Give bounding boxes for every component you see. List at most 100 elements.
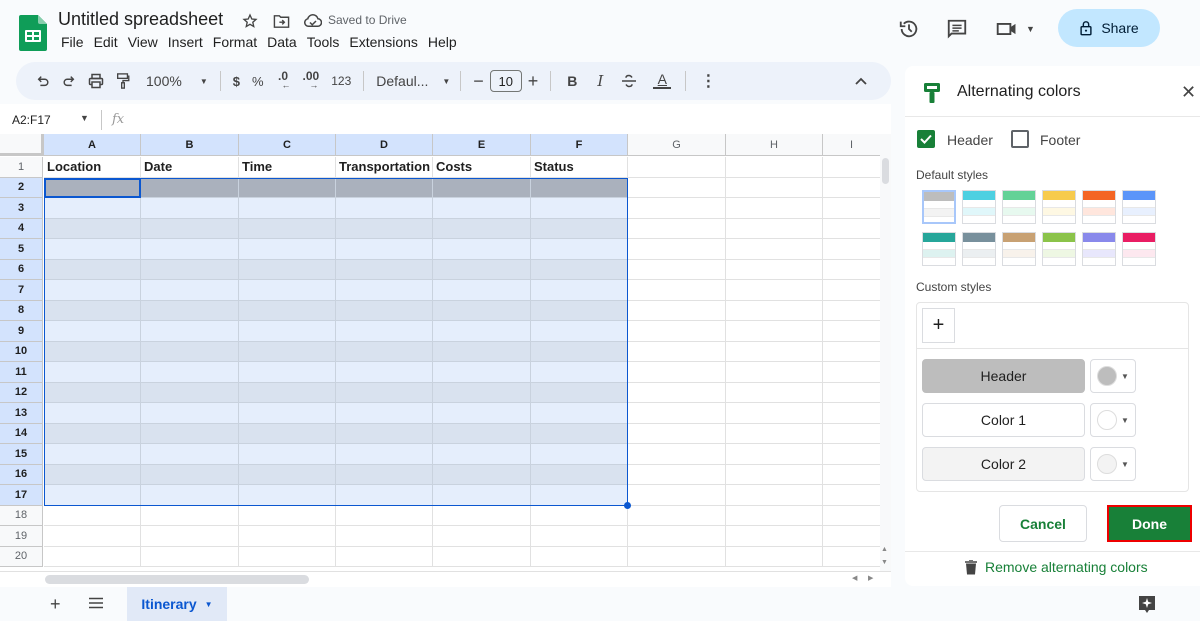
cell-d12[interactable]	[336, 382, 433, 403]
cell-a13[interactable]	[44, 403, 141, 424]
cell-h10[interactable]	[726, 341, 823, 362]
sheets-logo[interactable]	[19, 15, 47, 51]
cell-f9[interactable]	[531, 321, 628, 342]
cell-h19[interactable]	[726, 526, 823, 547]
menu-help[interactable]: Help	[423, 34, 462, 50]
sheet-tab-itinerary[interactable]: Itinerary ▼	[127, 587, 227, 621]
cell-a2[interactable]	[44, 177, 141, 198]
cell-c13[interactable]	[239, 403, 336, 424]
cell-b4[interactable]	[141, 218, 239, 239]
column-header-d[interactable]: D	[336, 134, 433, 156]
cell-c3[interactable]	[239, 198, 336, 219]
cell-h17[interactable]	[726, 485, 823, 506]
explore-button[interactable]	[1137, 594, 1157, 619]
cell-a17[interactable]	[44, 485, 141, 506]
cell-b8[interactable]	[141, 300, 239, 321]
cell-e8[interactable]	[433, 300, 531, 321]
cell-c9[interactable]	[239, 321, 336, 342]
cell-e13[interactable]	[433, 403, 531, 424]
column-header-g[interactable]: G	[628, 134, 726, 156]
cell-e14[interactable]	[433, 423, 531, 444]
default-style-swatch[interactable]	[1122, 232, 1156, 266]
cell-h5[interactable]	[726, 239, 823, 260]
cell-a11[interactable]	[44, 362, 141, 383]
cell-g2[interactable]	[628, 177, 726, 198]
cell-a16[interactable]	[44, 464, 141, 485]
cell-h4[interactable]	[726, 218, 823, 239]
print-button[interactable]	[82, 68, 110, 94]
cell-b11[interactable]	[141, 362, 239, 383]
cell-e7[interactable]	[433, 280, 531, 301]
cell-i5[interactable]	[823, 239, 880, 260]
cell-f7[interactable]	[531, 280, 628, 301]
cell-c18[interactable]	[239, 505, 336, 526]
increase-font-size-button[interactable]: +	[522, 68, 545, 94]
column-header-a[interactable]: A	[44, 134, 141, 156]
cell-g5[interactable]	[628, 239, 726, 260]
cell-c20[interactable]	[239, 546, 336, 567]
cell-a19[interactable]	[44, 526, 141, 547]
cell-a5[interactable]	[44, 239, 141, 260]
cell-b15[interactable]	[141, 444, 239, 465]
cell-e12[interactable]	[433, 382, 531, 403]
scroll-down-arrow[interactable]: ▼	[881, 559, 888, 566]
cell-h6[interactable]	[726, 259, 823, 280]
cell-f13[interactable]	[531, 403, 628, 424]
cell-e1[interactable]: Costs	[433, 157, 531, 178]
cell-e10[interactable]	[433, 341, 531, 362]
chevron-down-icon[interactable]: ▼	[80, 113, 89, 123]
cell-a10[interactable]	[44, 341, 141, 362]
select-all-corner[interactable]	[0, 134, 44, 156]
menu-data[interactable]: Data	[262, 34, 302, 50]
cell-i4[interactable]	[823, 218, 880, 239]
all-sheets-button[interactable]	[88, 596, 104, 614]
cell-e11[interactable]	[433, 362, 531, 383]
vertical-scroll-thumb[interactable]	[882, 158, 889, 184]
default-style-swatch[interactable]	[1002, 190, 1036, 224]
row-header-15[interactable]: 15	[0, 444, 43, 465]
cell-h20[interactable]	[726, 546, 823, 567]
name-box[interactable]: A2:F17	[12, 113, 51, 127]
cell-h16[interactable]	[726, 464, 823, 485]
chevron-down-icon[interactable]: ▼	[205, 600, 213, 609]
cell-g19[interactable]	[628, 526, 726, 547]
cell-g12[interactable]	[628, 382, 726, 403]
cell-c19[interactable]	[239, 526, 336, 547]
cloud-saved-icon[interactable]	[303, 12, 323, 30]
cell-h9[interactable]	[726, 321, 823, 342]
row-header-19[interactable]: 19	[0, 526, 43, 547]
row-header-3[interactable]: 3	[0, 198, 43, 219]
cell-i3[interactable]	[823, 198, 880, 219]
menu-extensions[interactable]: Extensions	[344, 34, 422, 50]
color-picker-dropdown[interactable]: ▼	[1090, 447, 1136, 481]
row-header-13[interactable]: 13	[0, 403, 43, 424]
cell-g10[interactable]	[628, 341, 726, 362]
cell-a3[interactable]	[44, 198, 141, 219]
more-options-button[interactable]: ⋮	[692, 68, 724, 94]
menu-tools[interactable]: Tools	[302, 34, 345, 50]
row-header-8[interactable]: 8	[0, 300, 43, 321]
zoom-select[interactable]: 100% ▼	[136, 68, 214, 94]
menu-file[interactable]: File	[56, 34, 89, 50]
fill-handle[interactable]	[624, 501, 631, 509]
cell-d6[interactable]	[336, 259, 433, 280]
column-header-f[interactable]: F	[531, 134, 628, 156]
cell-a7[interactable]	[44, 280, 141, 301]
cell-g18[interactable]	[628, 505, 726, 526]
cell-a9[interactable]	[44, 321, 141, 342]
cell-g20[interactable]	[628, 546, 726, 567]
cell-c14[interactable]	[239, 423, 336, 444]
cell-c4[interactable]	[239, 218, 336, 239]
cell-i18[interactable]	[823, 505, 880, 526]
cell-d18[interactable]	[336, 505, 433, 526]
cell-e6[interactable]	[433, 259, 531, 280]
cell-a20[interactable]	[44, 546, 141, 567]
cell-h14[interactable]	[726, 423, 823, 444]
add-custom-style-button[interactable]: +	[922, 308, 955, 343]
default-style-swatch[interactable]	[922, 232, 956, 266]
cell-e5[interactable]	[433, 239, 531, 260]
row-header-14[interactable]: 14	[0, 423, 43, 444]
horizontal-scrollbar[interactable]: ◀ ▶	[0, 571, 891, 587]
header-checkbox[interactable]	[917, 130, 935, 148]
row-header-18[interactable]: 18	[0, 505, 43, 526]
